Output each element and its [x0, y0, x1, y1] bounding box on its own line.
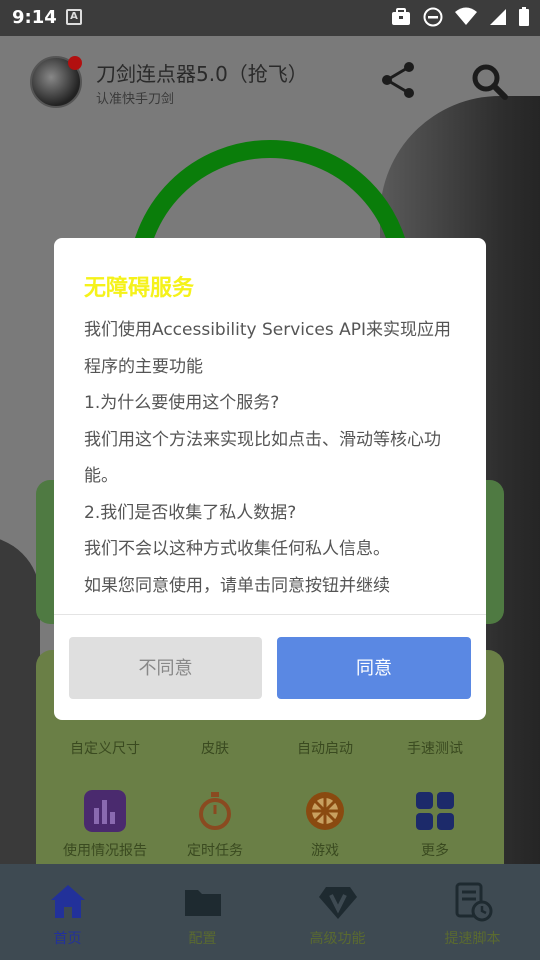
grid-item-label: 自定义尺寸: [70, 741, 140, 757]
nav-label: 高级功能: [309, 931, 366, 947]
do-not-disturb-icon: [423, 7, 443, 27]
app-subtitle: 认准快手刀剑: [96, 92, 175, 107]
document-clock-icon: [455, 882, 492, 922]
background-statue-image-left: [0, 536, 40, 864]
dialog-paragraph: 如果您同意使用，请单击同意按钮并继续: [84, 575, 390, 596]
nav-label: 首页: [53, 931, 82, 947]
notification-icon: A: [66, 9, 82, 25]
grid-item-auto-start[interactable]: 自动启动: [270, 738, 380, 758]
folder-icon: [184, 890, 221, 916]
grid-item-speed-test[interactable]: 手速测试: [380, 738, 490, 758]
grid-item-timer-task[interactable]: 定时任务: [160, 790, 270, 860]
nav-label: 提速脚本: [444, 931, 501, 947]
grid-item-label: 游戏: [311, 843, 339, 859]
grid-item-usage-report[interactable]: 使用情况报告: [50, 790, 160, 860]
nav-item-home[interactable]: 首页: [0, 864, 135, 960]
dialog-paragraph: 我们使用Accessibility Services API来实现应用程序的主要…: [84, 320, 451, 377]
grid-item-custom-size[interactable]: 自定义尺寸: [50, 738, 160, 758]
nav-item-advanced[interactable]: 高级功能: [270, 864, 405, 960]
grid-item-more[interactable]: 更多: [380, 790, 490, 860]
disagree-button[interactable]: 不同意: [69, 637, 262, 699]
status-time: 9:14: [12, 7, 57, 28]
wheel-icon: [306, 792, 344, 830]
signal-icon: [490, 9, 506, 25]
avatar-badge: [68, 56, 82, 70]
grid-item-label: 定时任务: [187, 843, 243, 859]
status-icons: [390, 6, 530, 28]
dialog-paragraph: 1.为什么要使用这个服务?: [84, 393, 280, 413]
grid-item-label: 使用情况报告: [63, 843, 147, 859]
bar-chart-icon: [84, 790, 126, 832]
stopwatch-icon: [199, 792, 231, 830]
grid-item-label: 手速测试: [407, 741, 463, 757]
share-icon[interactable]: [380, 60, 418, 100]
battery-icon: [519, 7, 529, 26]
agree-button[interactable]: 同意: [277, 637, 471, 699]
grid-item-label: 更多: [421, 843, 449, 859]
dialog-paragraph: 我们不会以这种方式收集任何私人信息。: [84, 539, 390, 559]
dialog-divider: [54, 614, 486, 615]
grid-item-games[interactable]: 游戏: [270, 790, 380, 860]
grid-item-label: 自动启动: [297, 741, 353, 757]
wifi-icon: [455, 7, 477, 25]
dialog-body: 我们使用Accessibility Services API来实现应用程序的主要…: [84, 312, 464, 604]
dialog-paragraph: 我们用这个方法来实现比如点击、滑动等核心功能。: [84, 429, 441, 487]
search-icon[interactable]: [470, 62, 510, 102]
app-title: 刀剑连点器5.0（抢飞）: [96, 62, 308, 86]
vip-diamond-icon: [318, 887, 357, 919]
grid-item-skin[interactable]: 皮肤: [160, 738, 270, 758]
nav-item-speed-script[interactable]: 提速脚本: [405, 864, 540, 960]
nav-item-config[interactable]: 配置: [135, 864, 270, 960]
home-icon: [50, 885, 85, 918]
grid-apps-icon: [416, 792, 454, 830]
accessibility-permission-dialog: 无障碍服务 我们使用Accessibility Services API来实现应…: [54, 238, 486, 720]
nav-label: 配置: [188, 931, 217, 947]
status-bar: 9:14 A: [0, 0, 540, 36]
briefcase-icon: [392, 8, 410, 25]
grid-item-label: 皮肤: [201, 741, 229, 757]
app-header: 刀剑连点器5.0（抢飞） 认准快手刀剑: [0, 36, 540, 126]
dialog-title: 无障碍服务: [84, 276, 195, 301]
dialog-paragraph: 2.我们是否收集了私人数据?: [84, 502, 297, 523]
bottom-nav: 首页 配置 高级功能 提速脚本: [0, 864, 540, 960]
